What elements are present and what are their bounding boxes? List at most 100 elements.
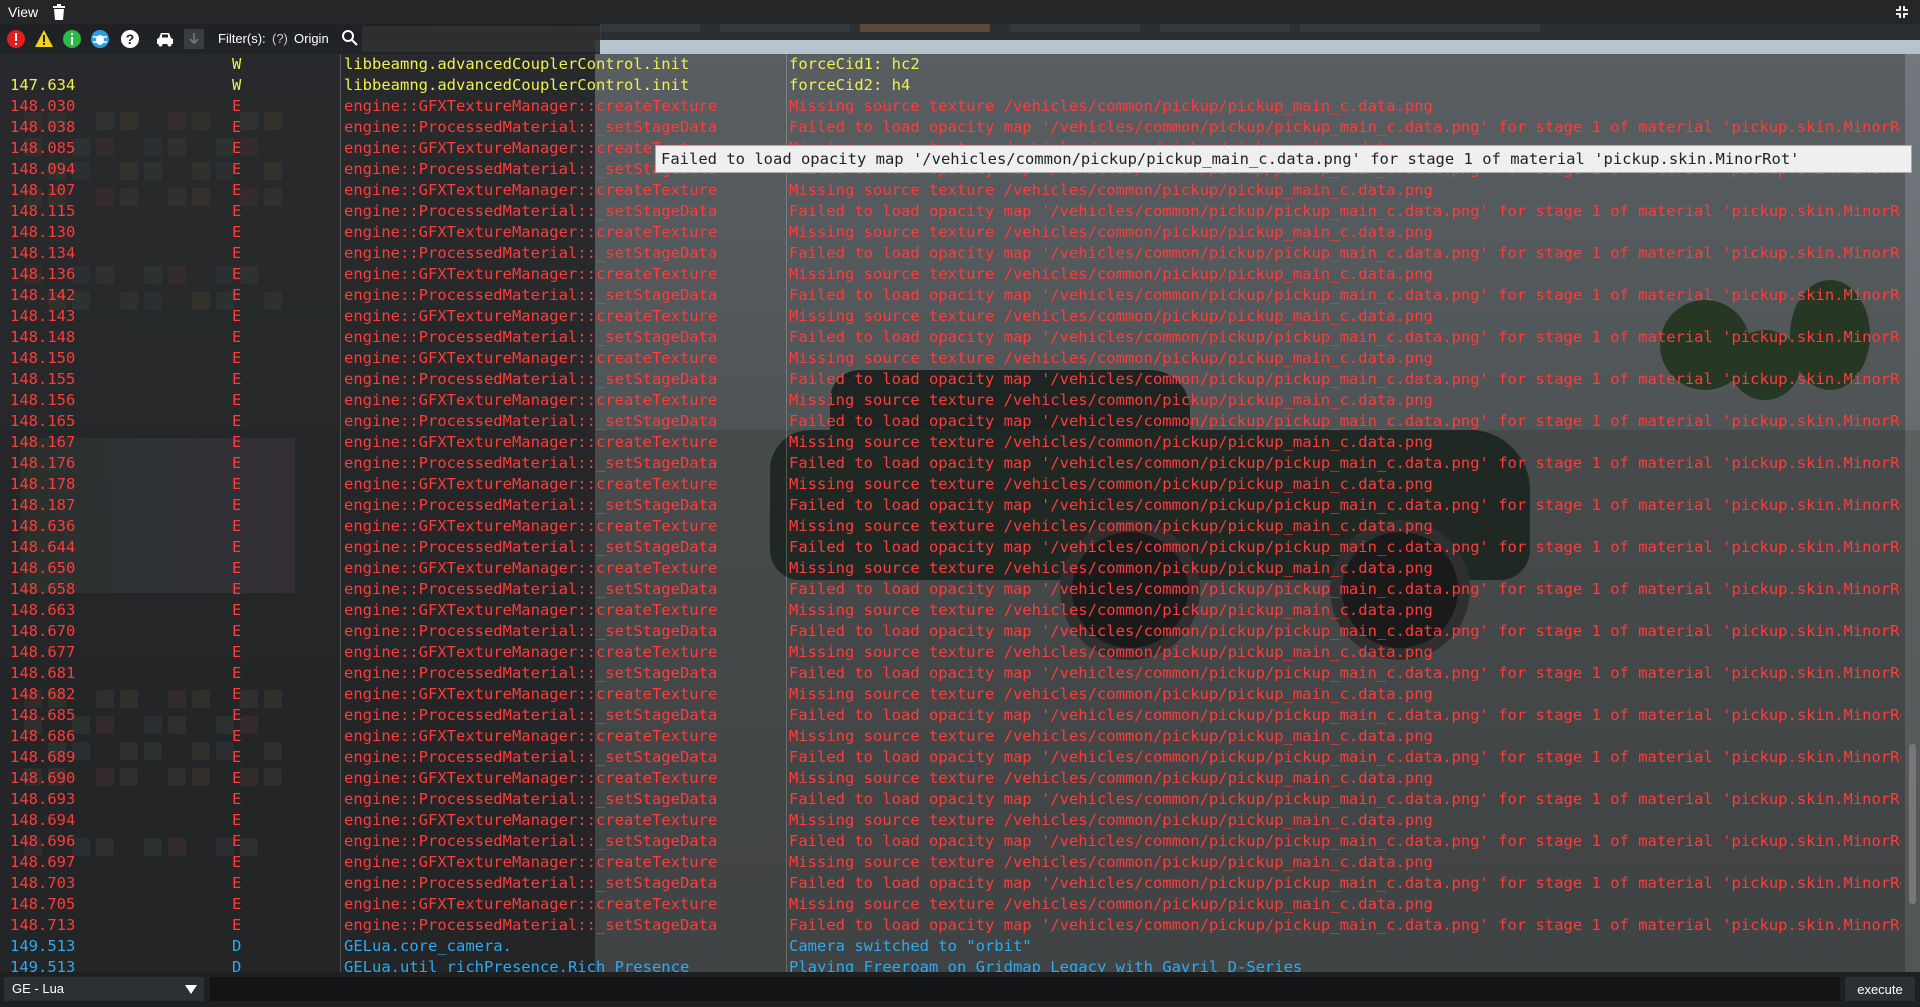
log-row[interactable]: 148.134 Eengine::ProcessedMaterial::_setS…	[0, 243, 1905, 264]
log-row[interactable]: 148.644 Eengine::ProcessedMaterial::_setS…	[0, 537, 1905, 558]
log-row[interactable]: 148.107 Eengine::GFXTextureManager::creat…	[0, 180, 1905, 201]
log-level: E	[232, 769, 242, 787]
log-row[interactable]: 148.130 Eengine::GFXTextureManager::creat…	[0, 222, 1905, 243]
help-filter-icon[interactable]: ?	[120, 29, 140, 49]
log-row[interactable]: 148.030 Eengine::GFXTextureManager::creat…	[0, 96, 1905, 117]
log-row[interactable]: 148.689 Eengine::ProcessedMaterial::_setS…	[0, 747, 1905, 768]
log-row[interactable]: 148.148 Eengine::ProcessedMaterial::_setS…	[0, 327, 1905, 348]
log-row[interactable]: 148.690 Eengine::GFXTextureManager::creat…	[0, 768, 1905, 789]
log-row[interactable]: 148.143 Eengine::GFXTextureManager::creat…	[0, 306, 1905, 327]
log-message: Missing source texture /vehicles/common/…	[789, 307, 1433, 325]
log-row[interactable]: 149.513 D GELua.util_richPresence.Rich Pre…	[0, 957, 1905, 972]
log-origin: libbeamng.advancedCouplerControl.init	[344, 55, 690, 73]
log-row[interactable]: 149.513 D GELua.core_camera. Camera switche…	[0, 936, 1905, 957]
log-row[interactable]: 148.686 Eengine::GFXTextureManager::creat…	[0, 726, 1905, 747]
collapse-icon[interactable]	[1894, 4, 1910, 20]
log-row[interactable]: 148.697 Eengine::GFXTextureManager::creat…	[0, 852, 1905, 873]
log-row[interactable]: 148.187 Eengine::ProcessedMaterial::_setS…	[0, 495, 1905, 516]
log-message: Missing source texture /vehicles/common/…	[789, 475, 1433, 493]
log-time: 148.705	[10, 895, 76, 913]
log-row[interactable]: Wlibbeamng.advancedCouplerControl.init fo…	[0, 54, 1905, 75]
log-row[interactable]: 148.156 Eengine::GFXTextureManager::creat…	[0, 390, 1905, 411]
log-message: Missing source texture /vehicles/common/…	[789, 727, 1433, 745]
log-time: 148.038	[10, 118, 76, 136]
log-origin: engine::ProcessedMaterial::_setStageData	[344, 202, 718, 220]
log-level: E	[232, 223, 242, 241]
log-time: 149.513	[10, 937, 76, 955]
log-time: 148.148	[10, 328, 76, 346]
log-row[interactable]: 148.682 Eengine::GFXTextureManager::creat…	[0, 684, 1905, 705]
log-row[interactable]: 148.176 Eengine::ProcessedMaterial::_setS…	[0, 453, 1905, 474]
log-row[interactable]: 148.696 Eengine::ProcessedMaterial::_setS…	[0, 831, 1905, 852]
trash-icon[interactable]	[50, 3, 68, 21]
log-level: W	[232, 55, 242, 73]
error-filter-icon[interactable]	[6, 29, 26, 49]
log-list[interactable]: Wlibbeamng.advancedCouplerControl.init fo…	[0, 54, 1905, 972]
log-message: Failed to load opacity map '/vehicles/co…	[789, 496, 1901, 514]
log-message: Missing source texture /vehicles/common/…	[789, 181, 1433, 199]
debug-filter-icon[interactable]	[90, 29, 110, 49]
log-row[interactable]: 148.681 Eengine::ProcessedMaterial::_setS…	[0, 663, 1905, 684]
log-row[interactable]: 148.670 Eengine::ProcessedMaterial::_setS…	[0, 621, 1905, 642]
log-row[interactable]: 148.694 Eengine::GFXTextureManager::creat…	[0, 810, 1905, 831]
log-row[interactable]: 148.136 Eengine::GFXTextureManager::creat…	[0, 264, 1905, 285]
log-row[interactable]: 148.115 Eengine::ProcessedMaterial::_setS…	[0, 201, 1905, 222]
filter-input[interactable]	[362, 26, 601, 52]
log-row[interactable]: 148.155 Eengine::ProcessedMaterial::_setS…	[0, 369, 1905, 390]
log-row[interactable]: 148.677 Eengine::GFXTextureManager::creat…	[0, 642, 1905, 663]
log-row[interactable]: 148.165 Eengine::ProcessedMaterial::_setS…	[0, 411, 1905, 432]
log-time: 148.142	[10, 286, 76, 304]
log-row[interactable]: 148.178 Eengine::GFXTextureManager::creat…	[0, 474, 1905, 495]
log-scrollbar[interactable]	[1905, 54, 1920, 972]
log-row[interactable]: 148.693 Eengine::ProcessedMaterial::_setS…	[0, 789, 1905, 810]
log-row[interactable]: 148.167 Eengine::GFXTextureManager::creat…	[0, 432, 1905, 453]
log-message: forceCid1: hc2	[789, 55, 920, 73]
download-icon[interactable]	[184, 29, 204, 49]
log-origin: libbeamng.advancedCouplerControl.init	[344, 76, 690, 94]
log-message: Failed to load opacity map '/vehicles/co…	[789, 454, 1901, 472]
console-input-bar: GE - Lua execute	[0, 972, 1920, 1007]
log-row[interactable]: 148.650 Eengine::GFXTextureManager::creat…	[0, 558, 1905, 579]
log-row[interactable]: 147.634 Wlibbeamng.advancedCouplerControl…	[0, 75, 1905, 96]
log-row[interactable]: 148.703 Eengine::ProcessedMaterial::_setS…	[0, 873, 1905, 894]
filter-help[interactable]: (?)	[272, 31, 288, 46]
log-time: 148.115	[10, 202, 76, 220]
warning-filter-icon[interactable]	[34, 29, 54, 49]
log-time: 148.136	[10, 265, 76, 283]
log-level: E	[232, 286, 242, 304]
log-row[interactable]: 148.038 Eengine::ProcessedMaterial::_setS…	[0, 117, 1905, 138]
log-origin: engine::GFXTextureManager::createTexture	[344, 727, 718, 745]
origin-filter-label[interactable]: Origin	[294, 31, 329, 46]
log-level: E	[232, 265, 242, 283]
log-level: E	[232, 118, 242, 136]
info-filter-icon[interactable]	[62, 29, 82, 49]
view-menu[interactable]: View	[8, 4, 38, 20]
vehicle-filter-icon[interactable]	[155, 29, 175, 49]
context-select[interactable]: GE - Lua	[4, 977, 204, 1001]
log-row[interactable]: 148.685 Eengine::ProcessedMaterial::_setS…	[0, 705, 1905, 726]
log-message: Missing source texture /vehicles/common/…	[789, 265, 1433, 283]
log-time: 148.697	[10, 853, 76, 871]
log-time: 148.156	[10, 391, 76, 409]
log-row[interactable]: 148.663 Eengine::GFXTextureManager::creat…	[0, 600, 1905, 621]
command-input[interactable]	[210, 977, 1840, 1001]
log-row[interactable]: 148.150 Eengine::GFXTextureManager::creat…	[0, 348, 1905, 369]
log-level: E	[232, 391, 242, 409]
log-message: Missing source texture /vehicles/common/…	[789, 391, 1433, 409]
log-message: Failed to load opacity map '/vehicles/co…	[789, 790, 1901, 808]
log-level: E	[232, 538, 242, 556]
log-message: Playing Freeroam on Gridmap Legacy with …	[789, 958, 1303, 972]
log-row[interactable]: 148.142 Eengine::ProcessedMaterial::_setS…	[0, 285, 1905, 306]
log-row[interactable]: 148.636 Eengine::GFXTextureManager::creat…	[0, 516, 1905, 537]
log-message: Failed to load opacity map '/vehicles/co…	[789, 580, 1901, 598]
log-row[interactable]: 148.705 Eengine::GFXTextureManager::creat…	[0, 894, 1905, 915]
log-message: Missing source texture /vehicles/common/…	[789, 853, 1433, 871]
log-origin: GELua.core_camera.	[344, 937, 512, 955]
log-level: E	[232, 433, 242, 451]
execute-button[interactable]: execute	[1845, 977, 1915, 1001]
log-level: E	[232, 622, 242, 640]
log-origin: engine::GFXTextureManager::createTexture	[344, 685, 718, 703]
log-scrollbar-thumb[interactable]	[1909, 744, 1916, 904]
log-row[interactable]: 148.658 Eengine::ProcessedMaterial::_setS…	[0, 579, 1905, 600]
log-row[interactable]: 148.713 Eengine::ProcessedMaterial::_setS…	[0, 915, 1905, 936]
